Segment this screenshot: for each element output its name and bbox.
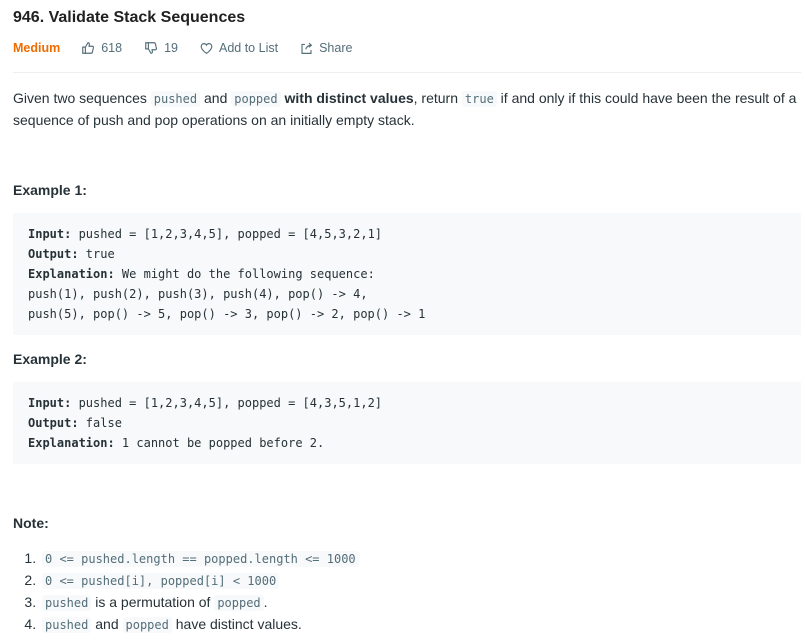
explanation-line: push(1), push(2), push(3), push(4), pop(… [28, 287, 368, 301]
thumbs-up-icon [82, 42, 95, 54]
inline-code: pushed [42, 595, 92, 611]
add-to-list-label: Add to List [219, 41, 279, 55]
explanation-line: push(5), pop() -> 5, pop() -> 3, pop() -… [28, 307, 426, 321]
inline-code: 0 <= pushed[i], popped[i] < 1000 [42, 573, 280, 589]
inline-code: pushed [150, 91, 201, 107]
desc-text: , return [413, 90, 462, 106]
output-label: Output: [28, 247, 79, 261]
input-label: Input: [28, 227, 72, 241]
inline-code: popped [122, 617, 172, 633]
example-2-block: Input: pushed = [1,2,3,4,5], popped = [4… [13, 382, 801, 464]
inline-code: popped [214, 595, 264, 611]
output-value: false [78, 416, 122, 430]
share-icon [301, 42, 313, 54]
problem-description: Given two sequences pushed and popped wi… [13, 88, 801, 131]
dislike-count: 19 [164, 41, 178, 55]
output-label: Output: [28, 416, 79, 430]
note-item: pushed is a permutation of popped. [40, 592, 801, 614]
example-1-block: Input: pushed = [1,2,3,4,5], popped = [4… [13, 213, 801, 335]
note-item: pushed and popped have distinct values. [40, 614, 801, 636]
note-item: 0 <= pushed.length == popped.length <= 1… [40, 548, 801, 570]
like-count: 618 [101, 41, 123, 55]
inline-code: true [461, 91, 497, 107]
explanation-value: 1 cannot be popped before 2. [114, 436, 325, 450]
thumbs-down-icon [145, 42, 158, 54]
note-text: have distinct values. [171, 616, 302, 632]
note-text: is a permutation of [91, 594, 215, 610]
example-1-title: Example 1: [13, 182, 87, 198]
output-value: true [78, 247, 115, 261]
problem-meta-bar: Medium 618 19 Add to List Share [13, 38, 801, 58]
desc-text: and [200, 90, 232, 106]
desc-text: Given two sequences [13, 90, 151, 106]
header-divider [13, 72, 801, 73]
note-text: and [91, 616, 123, 632]
explanation-label: Explanation: [28, 436, 115, 450]
input-value: pushed = [1,2,3,4,5], popped = [4,5,3,2,… [71, 227, 383, 241]
dislike-button[interactable]: 19 [144, 41, 178, 55]
inline-code: 0 <= pushed.length == popped.length <= 1… [42, 551, 359, 567]
note-item: 0 <= pushed[i], popped[i] < 1000 [40, 570, 801, 592]
add-to-list-button[interactable]: Add to List [200, 41, 278, 55]
inline-code: popped [231, 91, 281, 107]
like-button[interactable]: 618 [81, 41, 122, 55]
difficulty-label: Medium [13, 41, 61, 55]
share-label: Share [319, 41, 353, 55]
explanation-label: Explanation: [28, 267, 115, 281]
example-2-title: Example 2: [13, 351, 87, 367]
explanation-value: We might do the following sequence: [114, 267, 375, 281]
problem-page: 946. Validate Stack Sequences Medium 618… [0, 0, 805, 636]
input-value: pushed = [1,2,3,4,5], popped = [4,3,5,1,… [71, 396, 383, 410]
note-text: . [263, 594, 268, 610]
desc-bold: with distinct values [284, 90, 414, 106]
share-button[interactable]: Share [300, 41, 352, 55]
problem-title: 946. Validate Stack Sequences [13, 9, 246, 26]
inline-code: pushed [42, 617, 92, 633]
input-label: Input: [28, 396, 72, 410]
heart-icon [200, 42, 213, 54]
note-list: 0 <= pushed.length == popped.length <= 1… [13, 548, 801, 636]
note-title: Note: [13, 515, 49, 531]
